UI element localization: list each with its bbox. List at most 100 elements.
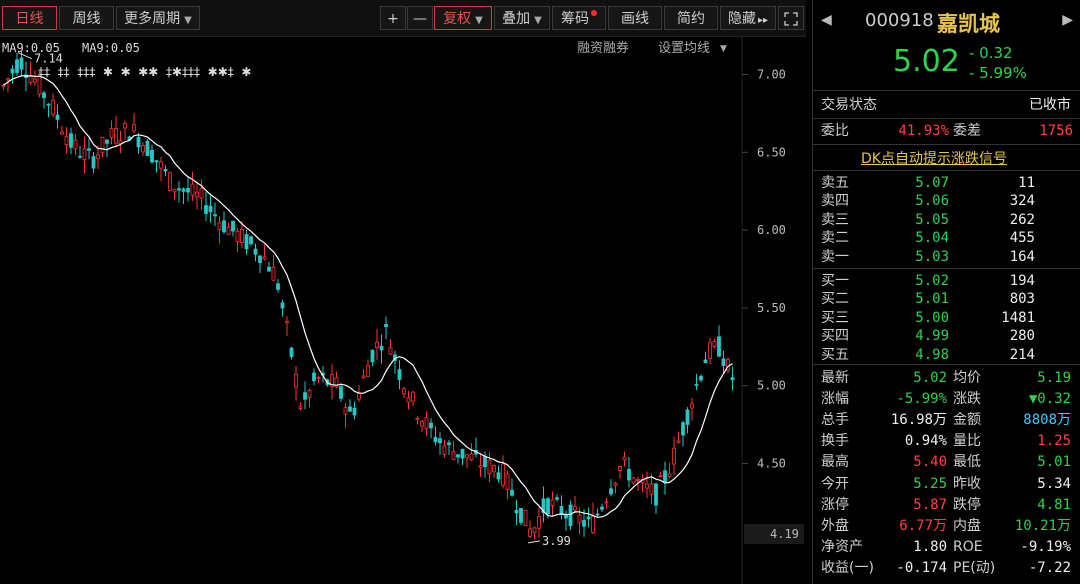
candle-body [37,75,42,95]
candle-body [721,358,726,366]
tab-weekly[interactable]: 周线 [59,6,114,30]
candle-body [19,57,24,70]
stat-value: 5.25 [913,475,947,492]
candle-body [717,336,721,357]
margin-trading-link[interactable]: 融资融券 [577,40,629,56]
candle-body [64,136,69,146]
candle-body [60,131,64,135]
candle-body [307,390,312,398]
stat-value: 5.87 [913,496,947,513]
candle-body [204,205,208,214]
stat-row: 最高 5.40 最低 5.01 [813,453,1080,471]
stat-label: ROE [953,538,983,555]
stat-value: 1.25 [1037,433,1071,450]
signal-marks: ‡‡ ‡‡ ‡‡‡ ✱ ✱ ✱✱ ‡✱‡‡‡ ✱✱‡ ✱ [38,65,251,79]
candle-body [645,483,649,489]
overlay-dropdown[interactable]: 叠加 ▼ [494,6,550,30]
ma-settings-dropdown[interactable]: 设置均线 [658,41,710,56]
ma-label-2: MA9:0.05 [82,41,140,55]
stat-label: PE(动) [953,559,996,576]
candle-body [136,136,141,148]
candle-body [505,473,510,490]
candle-body [586,516,591,520]
restore-rights-dropdown[interactable]: 复权 ▼ [434,6,492,30]
order-level-label: 买一 [821,273,849,289]
stat-label: 金额 [953,412,981,429]
order-volume: 164 [1009,248,1035,265]
candle-body [676,440,681,443]
candle-body [622,456,627,460]
stat-label: 跌停 [953,496,981,513]
tab-daily[interactable]: 日线 [2,6,57,30]
stat-label: 昨收 [953,475,981,492]
hide-button[interactable]: 隐藏 ▸▸ [720,6,776,30]
order-price: 5.02 [915,273,949,289]
candle-body [145,140,150,156]
stat-value: 4.81 [1037,496,1071,513]
order-volume: 214 [1009,346,1035,363]
candle-body [694,384,699,386]
candle-body [609,488,613,495]
prev-stock-icon[interactable]: ◀ [821,12,832,28]
zoom-in-button[interactable]: + [380,6,406,30]
candle-body [213,214,217,217]
candle-body [33,78,37,83]
plus-icon: + [387,11,399,27]
ma-line [3,75,733,518]
candle-body [271,266,276,281]
candle-body [361,375,366,378]
simple-mode-button[interactable]: 简约 [664,6,718,30]
candle-body [591,515,595,533]
candle-body [294,373,298,388]
candle-body [186,188,190,193]
tab-weekly-label: 周线 [72,11,101,27]
candle-body [658,475,663,478]
stat-label: 外盘 [821,517,849,534]
candle-body [289,347,294,357]
candle-body [177,188,181,191]
stat-label: 最高 [821,454,849,471]
candle-body [6,78,10,81]
chips-button[interactable]: 筹码 [552,6,606,30]
candle-body [78,155,82,158]
candle-body [10,68,15,74]
candle-body [730,377,735,381]
candle-body [267,266,271,272]
price-change-pct: - 5.99% [969,64,1027,82]
more-periods-dropdown[interactable]: 更多周期 ▼ [116,6,200,30]
order-row: 买四 4.99 280 [813,327,1080,345]
candle-body [667,473,672,477]
price-tick-label: 6.50 [757,145,786,159]
stat-value: 8808万 [1023,412,1071,429]
stat-label: 量比 [953,433,981,450]
quote-panel: ◀ 000918 嘉凯城 ▶ 5.02 - 0.32 - 5.99% 交易状态 … [812,0,1080,584]
candle-body [343,407,348,415]
order-price: 5.05 [915,211,949,228]
price-tick-label: 4.50 [757,457,786,471]
next-stock-icon[interactable]: ▶ [1062,12,1073,28]
stat-row: 今开 5.25 昨收 5.34 [813,475,1080,493]
candle-body [550,499,555,506]
candle-body [312,372,316,382]
candle-body [654,483,658,506]
candle-body [460,448,465,459]
order-volume: 455 [1009,230,1035,247]
order-level-label: 卖一 [821,248,849,265]
candle-body [168,172,172,191]
stat-value: -5.99% [896,391,947,408]
candle-body [442,445,447,455]
candle-body [231,220,235,232]
order-price: 5.04 [915,230,949,247]
draw-line-button[interactable]: 画线 [608,6,662,30]
zoom-out-button[interactable]: — [407,6,433,30]
weibi-label: 委比 [821,123,849,139]
candle-body [663,470,667,483]
signal-link[interactable]: DK点自动提示涨跌信号 [861,148,1007,168]
candle-body [451,451,456,460]
trade-state-value: 已收市 [1029,97,1071,113]
candle-body [379,345,384,351]
order-volume: 803 [1009,291,1035,308]
kline-chart[interactable]: MA9:0.05 MA9:0.05 融资融券 设置均线 ▼ ‡‡ ‡‡ ‡‡‡ … [0,36,806,584]
candle-body [172,188,177,193]
expand-button[interactable] [778,6,804,30]
